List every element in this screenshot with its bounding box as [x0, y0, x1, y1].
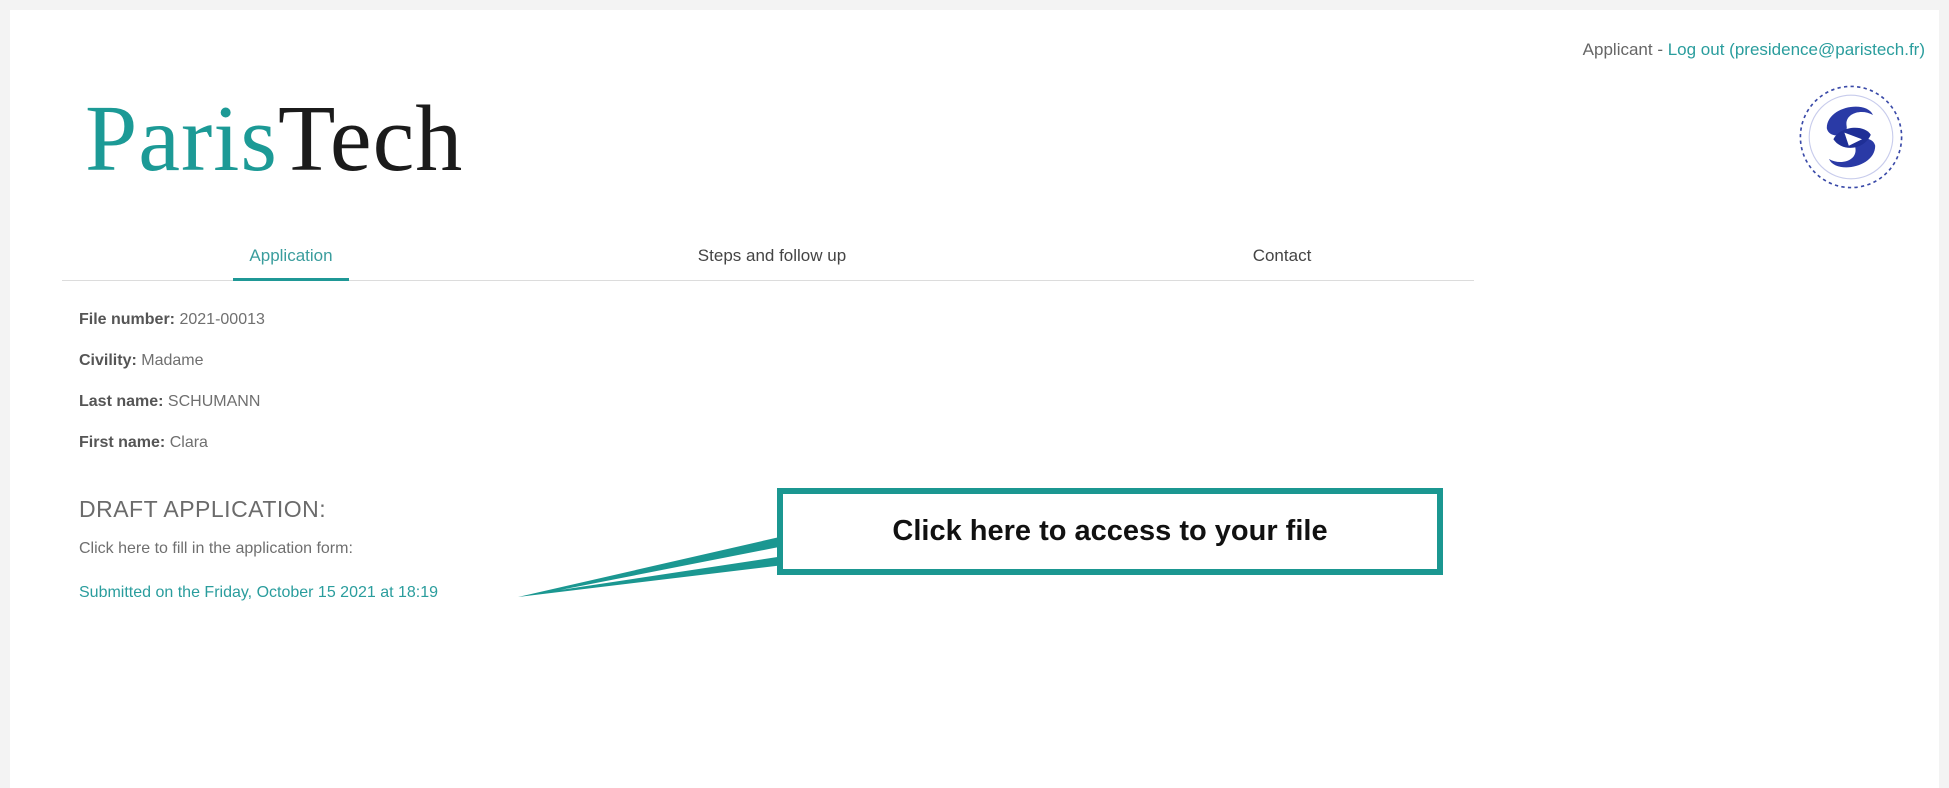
role-text: Applicant -: [1582, 40, 1668, 59]
last-name-label: Last name:: [79, 393, 164, 410]
tab-steps-label: Steps and follow up: [697, 246, 847, 265]
file-number-value: 2021-00013: [179, 311, 265, 328]
first-name-row: First name: Clara: [79, 434, 208, 452]
user-bar: Applicant - Log out (presidence@paristec…: [1583, 40, 1925, 60]
tab-application-label: Application: [249, 246, 333, 265]
tab-steps-and-follow-up[interactable]: Steps and follow up: [662, 232, 882, 280]
file-number-row: File number: 2021-00013: [79, 311, 265, 329]
logout-link[interactable]: Log out (presidence@paristech.fr): [1668, 40, 1925, 59]
last-name-row: Last name: SCHUMANN: [79, 393, 260, 411]
draft-application-title: DRAFT APPLICATION:: [79, 496, 327, 522]
civility-row: Civility: Madame: [79, 352, 204, 370]
civility-label: Civility:: [79, 352, 137, 369]
file-number-label: File number:: [79, 311, 176, 328]
callout-box: Click here to access to your file: [777, 488, 1443, 575]
logo-part-paris: Paris: [85, 87, 278, 191]
last-name-value: SCHUMANN: [167, 393, 261, 410]
first-name-label: First name:: [79, 434, 166, 451]
tab-contact-label: Contact: [1252, 246, 1312, 265]
logo-part-tech: Tech: [278, 87, 464, 191]
main-nav: Application Steps and follow up Contact: [62, 232, 1474, 281]
tab-application[interactable]: Application: [233, 232, 349, 281]
china-scholarship-council-seal-icon: [1799, 85, 1903, 189]
fill-instruction-text: Click here to fill in the application fo…: [79, 540, 353, 557]
civility-value: Madame: [141, 352, 204, 369]
callout-text: Click here to access to your file: [892, 515, 1328, 547]
submitted-application-link[interactable]: Submitted on the Friday, October 15 2021…: [79, 584, 438, 602]
tab-contact[interactable]: Contact: [1212, 232, 1352, 280]
paristech-logo: ParisTech: [85, 92, 463, 186]
first-name-value: Clara: [169, 434, 208, 451]
